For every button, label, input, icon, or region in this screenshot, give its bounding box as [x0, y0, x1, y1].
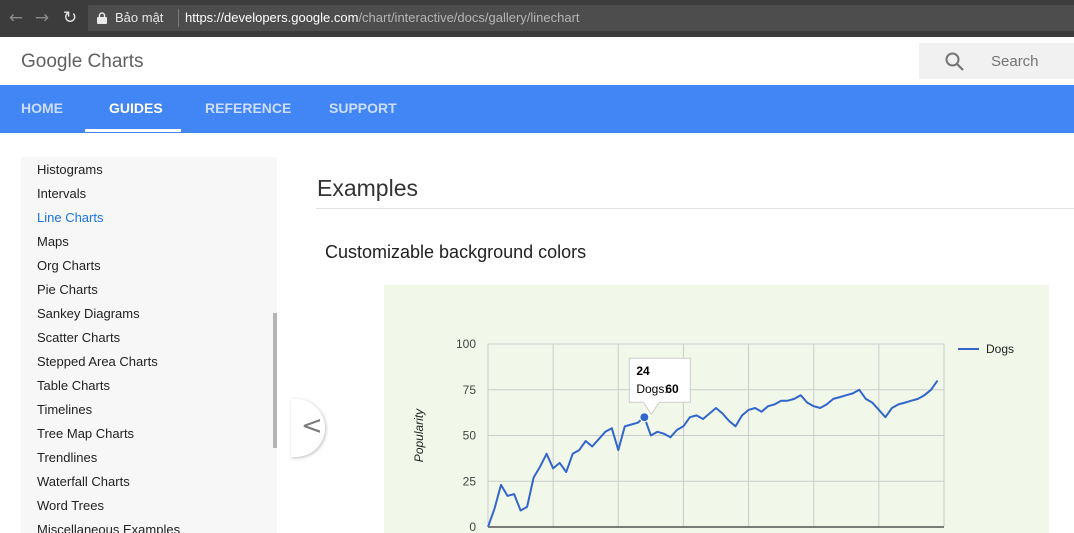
top-nav-tabs: HOME GUIDES REFERENCE SUPPORT [0, 85, 1074, 133]
tab-reference[interactable]: REFERENCE [205, 85, 291, 133]
sidebar-item-sankey-diagrams[interactable]: Sankey Diagrams [37, 306, 140, 321]
tooltip-label: Dogs: [636, 382, 667, 396]
y-tick-label: 0 [469, 520, 476, 533]
sidebar-item-intervals[interactable]: Intervals [37, 186, 86, 201]
sidebar-item-pie-charts[interactable]: Pie Charts [37, 282, 98, 297]
sidebar-item-miscellaneous-examples[interactable]: Miscellaneous Examples [37, 522, 180, 533]
site-header: Google Charts Search [0, 37, 1074, 85]
y-tick-label: 25 [463, 474, 477, 488]
sidebar-item-trendlines[interactable]: Trendlines [37, 450, 97, 465]
y-tick-label: 75 [463, 383, 477, 397]
url-text[interactable]: https://developers.google.com/chart/inte… [185, 10, 580, 25]
search-box[interactable]: Search [919, 43, 1074, 79]
legend-label-dogs[interactable]: Dogs [986, 342, 1014, 356]
sidebar-item-word-trees[interactable]: Word Trees [37, 498, 104, 513]
sidebar-item-tree-map-charts[interactable]: Tree Map Charts [37, 426, 134, 441]
search-icon[interactable] [945, 52, 965, 72]
page-heading: Examples [317, 175, 418, 201]
heading-divider [316, 208, 1074, 209]
back-icon[interactable]: ← [6, 8, 26, 28]
lock-icon [97, 12, 107, 24]
sidebar-nav: Histograms Intervals Line Charts Maps Org Ch… [21, 157, 277, 533]
hovered-data-point[interactable] [639, 412, 650, 423]
tab-guides[interactable]: GUIDES [109, 85, 163, 133]
chevron-left-icon: < [301, 411, 323, 441]
tab-home[interactable]: HOME [21, 85, 63, 133]
tab-support[interactable]: SUPPORT [329, 85, 397, 133]
browser-toolbar: ← → ↻ Bảo mật https://developers.google.… [0, 0, 1074, 37]
url-path: /chart/interactive/docs/gallery/linechar… [358, 10, 580, 25]
search-input[interactable]: Search [991, 53, 1039, 70]
brand-title[interactable]: Google Charts [21, 51, 144, 73]
url-domain: https://developers.google.com [185, 10, 359, 25]
section-title: Customizable background colors [325, 242, 587, 262]
secure-label: Bảo mật [115, 10, 164, 25]
sidebar-item-line-charts[interactable]: Line Charts [37, 210, 103, 225]
line-chart-svg: 0 25 50 75 100 Popularity Dogs 24 Dogs:60 [384, 285, 1049, 533]
line-chart: 0 25 50 75 100 Popularity Dogs 24 Dogs: 60 [384, 285, 1049, 533]
sidebar-scrollbar[interactable] [273, 313, 277, 448]
y-tick-label: 100 [456, 337, 476, 351]
sidebar-item-histograms[interactable]: Histograms [37, 162, 103, 177]
sidebar-item-stepped-area-charts[interactable]: Stepped Area Charts [37, 354, 158, 369]
active-tab-indicator [85, 129, 181, 132]
y-tick-label: 50 [463, 429, 477, 443]
reload-icon[interactable]: ↻ [60, 8, 80, 28]
address-separator [178, 9, 179, 27]
tooltip-title: 24 [636, 364, 650, 378]
collapse-sidebar-button[interactable]: < [291, 399, 325, 457]
sidebar-item-timelines[interactable]: Timelines [37, 402, 92, 417]
sidebar-item-org-charts[interactable]: Org Charts [37, 258, 101, 273]
address-bar[interactable]: Bảo mật https://developers.google.com/ch… [88, 5, 1074, 31]
sidebar-item-maps[interactable]: Maps [37, 234, 69, 249]
y-axis-label: Popularity [412, 408, 426, 462]
sidebar-item-waterfall-charts[interactable]: Waterfall Charts [37, 474, 130, 489]
sidebar-item-scatter-charts[interactable]: Scatter Charts [37, 330, 120, 345]
sidebar-item-table-charts[interactable]: Table Charts [37, 378, 110, 393]
forward-icon[interactable]: → [32, 8, 52, 28]
tooltip-value: 60 [665, 382, 679, 396]
